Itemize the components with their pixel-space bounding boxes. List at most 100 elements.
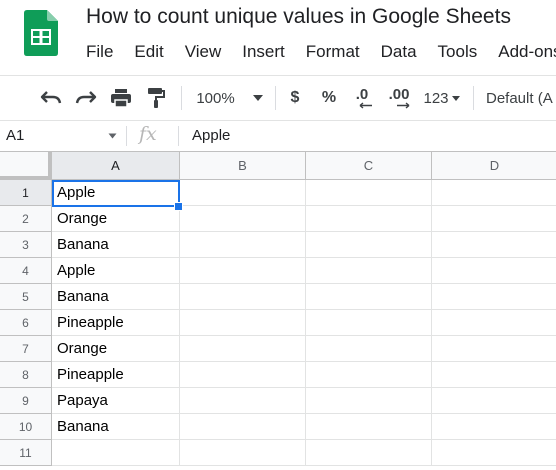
print-icon xyxy=(111,89,131,108)
cell-c10[interactable] xyxy=(306,414,432,440)
row-header[interactable]: 3 xyxy=(0,232,52,258)
redo-button[interactable] xyxy=(71,76,101,120)
cell-a4[interactable]: Apple xyxy=(52,258,180,284)
row-header[interactable]: 5 xyxy=(0,284,52,310)
row-header[interactable]: 7 xyxy=(0,336,52,362)
cell-d4[interactable] xyxy=(432,258,556,284)
column-header-c[interactable]: C xyxy=(306,152,432,180)
cell-d2[interactable] xyxy=(432,206,556,232)
menu-add-ons[interactable]: Add-ons xyxy=(498,42,556,62)
cell-a2[interactable]: Orange xyxy=(52,206,180,232)
cell-c6[interactable] xyxy=(306,310,432,336)
paint-format-button[interactable] xyxy=(141,76,171,120)
decrease-decimal-label: .0 xyxy=(355,86,369,103)
row-header[interactable]: 8 xyxy=(0,362,52,388)
cell-a7[interactable]: Orange xyxy=(52,336,180,362)
row-header[interactable]: 9 xyxy=(0,388,52,414)
currency-format-button[interactable]: $ xyxy=(284,76,306,120)
undo-button[interactable] xyxy=(36,76,66,120)
chevron-down-icon xyxy=(451,95,460,101)
cell-a5[interactable]: Banana xyxy=(52,284,180,310)
cell-a10[interactable]: Banana xyxy=(52,414,180,440)
cell-b1[interactable] xyxy=(180,180,306,206)
column-header-b[interactable]: B xyxy=(180,152,306,180)
cell-a3[interactable]: Banana xyxy=(52,232,180,258)
zoom-select[interactable]: 100% xyxy=(192,76,268,120)
fill-handle[interactable] xyxy=(174,202,183,211)
formula-input[interactable]: Apple xyxy=(192,127,230,144)
cell-c4[interactable] xyxy=(306,258,432,284)
spreadsheet-grid: A B C D 1 Apple 2 Orange 3 Banana 4 Appl… xyxy=(0,152,556,470)
cell-d7[interactable] xyxy=(432,336,556,362)
row-header[interactable]: 4 xyxy=(0,258,52,284)
cell-b5[interactable] xyxy=(180,284,306,310)
menu-format[interactable]: Format xyxy=(306,42,360,62)
cell-c5[interactable] xyxy=(306,284,432,310)
menu-insert[interactable]: Insert xyxy=(242,42,285,62)
zoom-value: 100% xyxy=(196,89,235,107)
cell-c11[interactable] xyxy=(306,440,432,466)
menu-edit[interactable]: Edit xyxy=(134,42,163,62)
menu-view[interactable]: View xyxy=(185,42,222,62)
menu-bar: File Edit View Insert Format Data Tools … xyxy=(86,42,556,62)
row-header[interactable]: 11 xyxy=(0,440,52,466)
select-all-corner[interactable] xyxy=(0,152,52,180)
cell-b3[interactable] xyxy=(180,232,306,258)
cell-a1[interactable]: Apple xyxy=(52,180,180,206)
cell-b2[interactable] xyxy=(180,206,306,232)
cell-d6[interactable] xyxy=(432,310,556,336)
cell-d3[interactable] xyxy=(432,232,556,258)
menu-file[interactable]: File xyxy=(86,42,113,62)
percent-format-button[interactable]: % xyxy=(318,76,340,120)
cell-b10[interactable] xyxy=(180,414,306,440)
cell-d8[interactable] xyxy=(432,362,556,388)
row-header[interactable]: 1 xyxy=(0,180,52,206)
row-header[interactable]: 2 xyxy=(0,206,52,232)
app-header: How to count unique values in Google She… xyxy=(0,0,556,74)
cell-b8[interactable] xyxy=(180,362,306,388)
cell-b4[interactable] xyxy=(180,258,306,284)
cell-b11[interactable] xyxy=(180,440,306,466)
font-family-select[interactable]: Default (A xyxy=(486,76,556,120)
currency-label: $ xyxy=(290,89,300,106)
cell-c8[interactable] xyxy=(306,362,432,388)
paint-format-icon xyxy=(148,88,165,108)
percent-label: % xyxy=(321,89,337,106)
column-header-d[interactable]: D xyxy=(432,152,556,180)
redo-icon xyxy=(75,91,97,104)
cell-c1[interactable] xyxy=(306,180,432,206)
decrease-decimal-button[interactable]: .0 xyxy=(348,76,376,120)
sheets-logo-icon[interactable] xyxy=(24,10,58,56)
arrow-left-icon xyxy=(359,102,372,109)
cell-d5[interactable] xyxy=(432,284,556,310)
cell-b7[interactable] xyxy=(180,336,306,362)
cell-a9[interactable]: Papaya xyxy=(52,388,180,414)
name-box[interactable]: A1 xyxy=(6,127,24,144)
print-button[interactable] xyxy=(106,76,136,120)
cell-c7[interactable] xyxy=(306,336,432,362)
cell-a8[interactable]: Pineapple xyxy=(52,362,180,388)
column-header-a[interactable]: A xyxy=(52,152,180,180)
increase-decimal-button[interactable]: .00 xyxy=(383,76,415,120)
row-header[interactable]: 6 xyxy=(0,310,52,336)
cell-b6[interactable] xyxy=(180,310,306,336)
chevron-down-icon[interactable] xyxy=(108,133,117,139)
cell-a11[interactable] xyxy=(52,440,180,466)
document-title[interactable]: How to count unique values in Google She… xyxy=(86,5,511,29)
cell-d1[interactable] xyxy=(432,180,556,206)
more-formats-button[interactable]: 123 xyxy=(419,76,465,120)
cell-c3[interactable] xyxy=(306,232,432,258)
cell-d11[interactable] xyxy=(432,440,556,466)
formula-bar: A1 fx Apple xyxy=(0,121,556,152)
formula-divider xyxy=(126,126,127,146)
menu-tools[interactable]: Tools xyxy=(438,42,478,62)
cell-c9[interactable] xyxy=(306,388,432,414)
cell-c2[interactable] xyxy=(306,206,432,232)
increase-decimal-label: .00 xyxy=(388,86,410,103)
cell-a6[interactable]: Pineapple xyxy=(52,310,180,336)
row-header[interactable]: 10 xyxy=(0,414,52,440)
cell-b9[interactable] xyxy=(180,388,306,414)
menu-data[interactable]: Data xyxy=(381,42,417,62)
cell-d9[interactable] xyxy=(432,388,556,414)
cell-d10[interactable] xyxy=(432,414,556,440)
